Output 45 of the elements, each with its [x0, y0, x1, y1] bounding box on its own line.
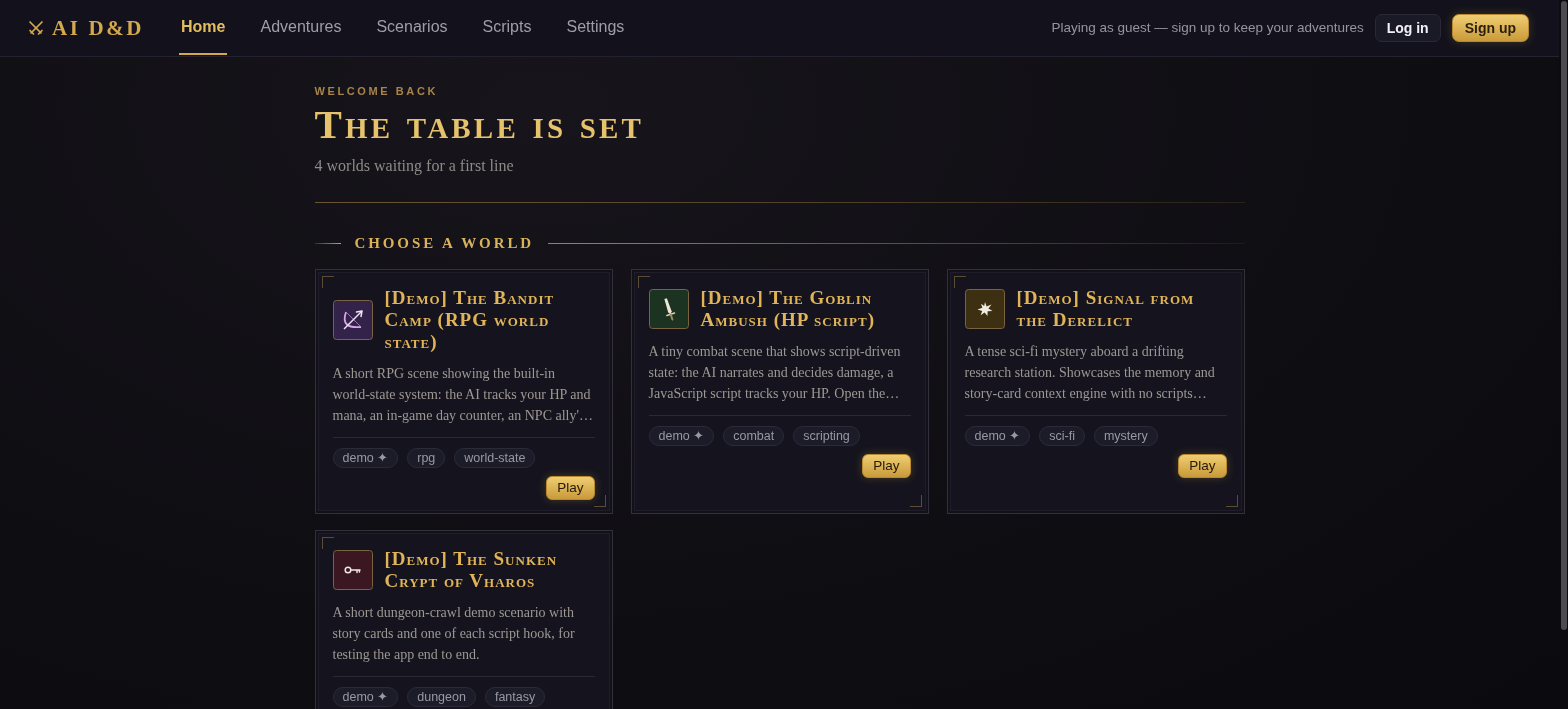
- nav-link[interactable]: Adventures: [258, 1, 344, 55]
- signup-button[interactable]: Sign up: [1451, 14, 1529, 42]
- corner-ornament: [953, 276, 966, 288]
- corner-ornament: [909, 495, 922, 507]
- world-description: A tense sci-fi mystery aboard a drifting research station. Showcases the memory and story-card context engine with no scripts…: [964, 343, 1216, 403]
- tag: fantasy: [484, 687, 546, 707]
- world-title: [Demo] The Bandit Camp (RPG world state): [384, 287, 556, 353]
- corner-ornament: [321, 537, 334, 549]
- scrollbar-thumb[interactable]: [1561, 1, 1567, 630]
- play-button[interactable]: Play: [546, 476, 595, 500]
- nav-link[interactable]: Scenarios: [374, 1, 450, 55]
- nav-link[interactable]: Home: [179, 1, 228, 55]
- tag: demo ✦: [332, 687, 399, 707]
- tag: sci-fi: [1039, 426, 1085, 446]
- world-description: A short dungeon-crawl demo scenario with story cards and one of each script hook, for testing the app end to end.: [332, 604, 576, 664]
- world-description: A tiny combat scene that shows script-driven state: the AI narrates and decides damage, a JavaScript script tracks your HP. Open the…: [648, 343, 902, 403]
- world-title: [Demo] The Sunken Crypt of Vharos: [384, 548, 559, 592]
- eyebrow-text: WELCOME BACK: [314, 85, 439, 98]
- tag: demo ✦: [964, 426, 1031, 446]
- page-title: The table is set: [314, 102, 646, 146]
- tag: demo ✦: [648, 426, 715, 446]
- play-button[interactable]: Play: [862, 454, 911, 478]
- tag: scripting: [793, 426, 860, 446]
- section-heading: CHOOSE A WORLD: [354, 234, 535, 252]
- tag: combat: [723, 426, 785, 446]
- guest-note: Playing as guest — sign up to keep your adventures: [1051, 18, 1364, 37]
- corner-ornament: [593, 495, 606, 507]
- world-title: [Demo] Signal from the Derelict: [1016, 287, 1196, 331]
- world-description: A short RPG scene showing the built-in world-state system: the AI tracks your HP and mana, an in-game day counter, an NPC ally'…: [332, 365, 594, 425]
- nav-link[interactable]: Settings: [564, 1, 627, 55]
- nav-link[interactable]: Scripts: [480, 1, 534, 55]
- brand-name: AI D&D: [52, 17, 144, 39]
- tag: dungeon: [407, 687, 476, 707]
- world-title: [Demo] The Goblin Ambush (HP script): [700, 287, 877, 331]
- tag: rpg: [407, 448, 446, 468]
- corner-ornament: [321, 276, 334, 288]
- corner-ornament: [637, 276, 650, 288]
- page-subtitle: 4 worlds waiting for a first line: [314, 156, 515, 176]
- tag: mystery: [1093, 426, 1158, 446]
- tag: demo ✦: [332, 448, 399, 468]
- login-button[interactable]: Log in: [1374, 14, 1441, 42]
- crossed-swords-icon: [28, 20, 44, 36]
- tag: world-state: [454, 448, 536, 468]
- corner-ornament: [1225, 495, 1238, 507]
- play-button[interactable]: Play: [1178, 454, 1227, 478]
